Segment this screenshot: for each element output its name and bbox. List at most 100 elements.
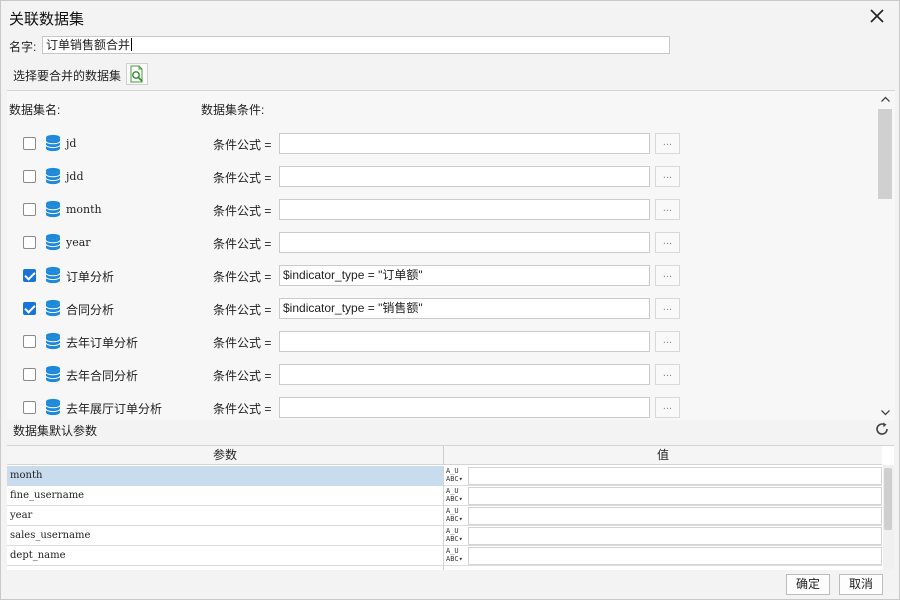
dataset-name: 去年展厅订单分析: [66, 402, 163, 416]
param-row[interactable]: sales_username A̲U ABC▾: [7, 526, 882, 546]
param-row[interactable]: dept_name A̲U ABC▾: [7, 546, 882, 566]
formula-editor-button[interactable]: ...: [655, 199, 680, 220]
formula-editor-button[interactable]: ...: [655, 232, 680, 253]
param-name-partial: [7, 566, 444, 570]
param-row-partial: [7, 566, 882, 570]
dataset-name: 订单分析: [66, 270, 115, 284]
database-icon: [45, 332, 61, 350]
condition-formula-label: 条件公式 =: [213, 369, 272, 383]
database-icon: [45, 299, 61, 317]
type-select-icon[interactable]: A̲U ABC▾: [445, 506, 467, 526]
ok-button[interactable]: 确定: [786, 574, 830, 595]
dataset-name: year: [66, 236, 91, 249]
param-value-input[interactable]: [468, 547, 882, 565]
param-row[interactable]: month A̲U ABC▾: [7, 466, 882, 486]
name-value: 订单销售额合并: [46, 38, 131, 52]
dataset-row: month 条件公式 =...: [7, 193, 877, 226]
formula-editor-button[interactable]: ...: [655, 397, 680, 418]
dataset-checkbox[interactable]: [23, 203, 36, 216]
condition-formula-input[interactable]: [279, 166, 650, 187]
dataset-checkbox[interactable]: [23, 236, 36, 249]
condition-formula-input[interactable]: $indicator_type = "销售额": [279, 298, 650, 319]
dataset-name: 去年订单分析: [66, 336, 139, 350]
scroll-up-icon[interactable]: [879, 93, 892, 106]
param-value-input[interactable]: [468, 467, 882, 485]
type-select-icon[interactable]: A̲U ABC▾: [445, 486, 467, 506]
param-name: dept_name: [7, 546, 444, 566]
condition-formula-label: 条件公式 =: [213, 303, 272, 317]
param-name: fine_username: [7, 486, 444, 506]
param-name: month: [7, 466, 444, 486]
select-datasets-button[interactable]: [126, 63, 148, 85]
merge-dataset-dialog: 关联数据集 名字: 订单销售额合并 选择要合并的数据集 数据集名: 数据集条件:…: [0, 0, 900, 600]
dataset-row: 订单分析 条件公式 = $indicator_type = "订单额"...: [7, 259, 877, 292]
dataset-checkbox[interactable]: [23, 401, 36, 414]
formula-editor-button[interactable]: ...: [655, 331, 680, 352]
condition-formula-label: 条件公式 =: [213, 138, 272, 152]
condition-formula-label: 条件公式 =: [213, 402, 272, 416]
formula-editor-button[interactable]: ...: [655, 166, 680, 187]
database-icon: [45, 266, 61, 284]
condition-formula-label: 条件公式 =: [213, 237, 272, 251]
text-caret: [131, 38, 133, 51]
dataset-checkbox[interactable]: [23, 170, 36, 183]
params-scrollbar-thumb[interactable]: [884, 468, 892, 530]
condition-formula-input[interactable]: [279, 331, 650, 352]
condition-formula-input[interactable]: $indicator_type = "订单额": [279, 265, 650, 286]
param-row[interactable]: year A̲U ABC▾: [7, 506, 882, 526]
condition-formula-input[interactable]: [279, 133, 650, 154]
param-column-header: 参数: [7, 446, 444, 465]
dataset-checkbox[interactable]: [23, 302, 36, 315]
dataset-list-panel: 数据集名: 数据集条件: jd 条件公式 =... jdd 条件公式 =... mont…: [7, 90, 895, 420]
param-name: sales_username: [7, 526, 444, 546]
cancel-button[interactable]: 取消: [839, 574, 883, 595]
scroll-down-icon[interactable]: [879, 406, 892, 419]
type-select-icon[interactable]: A̲U ABC▾: [445, 526, 467, 546]
title-bar: 关联数据集: [1, 1, 899, 33]
dataset-checkbox[interactable]: [23, 335, 36, 348]
dataset-name: 合同分析: [66, 303, 115, 317]
condition-formula-input[interactable]: [279, 364, 650, 385]
condition-formula-input[interactable]: [279, 397, 650, 418]
dataset-row: 去年合同分析 条件公式 =...: [7, 358, 877, 391]
dataset-name: jdd: [66, 170, 84, 183]
scrollbar-thumb[interactable]: [878, 109, 892, 199]
dataset-checkbox[interactable]: [23, 137, 36, 150]
condition-formula-label: 条件公式 =: [213, 336, 272, 350]
dataset-condition-header: 数据集条件:: [201, 103, 265, 117]
dataset-checkbox[interactable]: [23, 368, 36, 381]
database-icon: [45, 200, 61, 218]
dataset-row: jd 条件公式 =...: [7, 127, 877, 160]
dataset-checkbox[interactable]: [23, 269, 36, 282]
dataset-search-icon: [130, 65, 143, 83]
condition-formula-label: 条件公式 =: [213, 204, 272, 218]
formula-editor-button[interactable]: ...: [655, 298, 680, 319]
type-select-icon[interactable]: A̲U ABC▾: [445, 466, 467, 486]
database-icon: [45, 365, 61, 383]
param-value-input[interactable]: [468, 487, 882, 505]
database-icon: [45, 233, 61, 251]
condition-formula-label: 条件公式 =: [213, 270, 272, 284]
close-icon[interactable]: [867, 6, 887, 26]
refresh-icon[interactable]: [874, 421, 890, 437]
param-value-input[interactable]: [468, 527, 882, 545]
dataset-row: 去年订单分析 条件公式 =...: [7, 325, 877, 358]
params-scrollbar[interactable]: [883, 465, 894, 570]
dataset-list-scrollbar[interactable]: [876, 91, 895, 420]
params-table-header: 参数 值: [7, 446, 882, 465]
value-column-header: 值: [656, 448, 669, 462]
dataset-name: jd: [66, 137, 77, 150]
condition-formula-input[interactable]: [279, 232, 650, 253]
formula-editor-button[interactable]: ...: [655, 265, 680, 286]
param-value-input[interactable]: [468, 507, 882, 525]
type-select-icon[interactable]: A̲U ABC▾: [445, 546, 467, 566]
dataset-row: 去年展厅订单分析 条件公式 =...: [7, 391, 877, 420]
select-datasets-label: 选择要合并的数据集: [13, 69, 122, 83]
formula-editor-button[interactable]: ...: [655, 364, 680, 385]
dataset-row: year 条件公式 =...: [7, 226, 877, 259]
param-row[interactable]: fine_username A̲U ABC▾: [7, 486, 882, 506]
formula-editor-button[interactable]: ...: [655, 133, 680, 154]
name-input[interactable]: 订单销售额合并: [42, 36, 670, 54]
condition-formula-input[interactable]: [279, 199, 650, 220]
default-params-title: 数据集默认参数: [13, 424, 98, 438]
